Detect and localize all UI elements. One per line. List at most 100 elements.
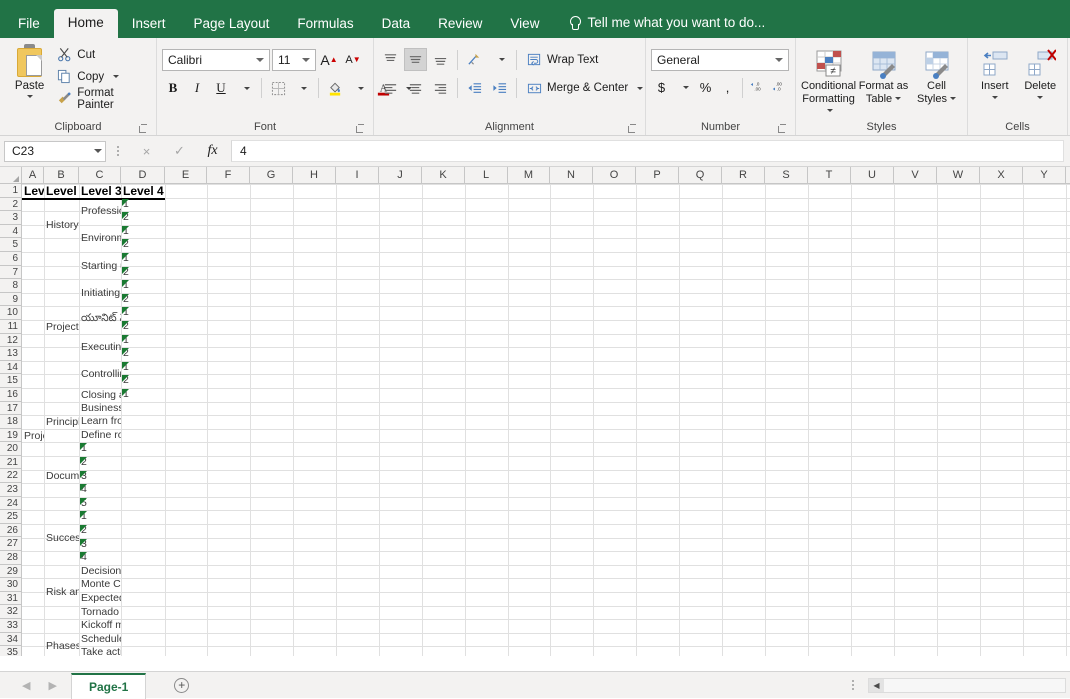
copy-button[interactable]: Copy (54, 67, 151, 86)
row-header-24[interactable]: 24 (0, 497, 21, 511)
wrap-text-button[interactable]: Wrap Text (522, 48, 603, 71)
scrollbar-track[interactable] (884, 679, 1065, 692)
increase-decimal-button[interactable]: .0.00 (747, 76, 768, 99)
cut-button[interactable]: Cut (54, 45, 151, 64)
underline-dropdown[interactable] (234, 77, 256, 99)
column-header-E[interactable]: E (165, 167, 207, 183)
clipboard-dialog-launcher[interactable] (139, 124, 148, 133)
chevron-down-icon[interactable] (637, 87, 643, 90)
merge-center-button[interactable]: Merge & Center (522, 77, 648, 100)
row-header-16[interactable]: 16 (0, 388, 21, 402)
level3-cell[interactable]: Starting up (79, 252, 121, 279)
level2-cell[interactable]: Document (44, 442, 79, 510)
column-header-P[interactable]: P (636, 167, 679, 183)
underline-button[interactable]: U (210, 77, 232, 99)
row-header-12[interactable]: 12 (0, 334, 21, 348)
row-header-26[interactable]: 26 (0, 524, 21, 538)
tell-me-search[interactable]: Tell me what you want to do... (553, 8, 775, 38)
level2-cell[interactable]: Principles (44, 402, 79, 443)
tab-view[interactable]: View (496, 10, 553, 39)
level1-cell[interactable]: Project Ma (22, 198, 44, 656)
chevron-down-icon[interactable] (27, 95, 33, 98)
tab-formulas[interactable]: Formulas (283, 10, 367, 39)
error-indicator-icon[interactable] (122, 348, 129, 355)
select-all-button[interactable] (0, 167, 22, 184)
error-indicator-icon[interactable] (80, 525, 87, 532)
error-indicator-icon[interactable] (122, 239, 129, 246)
level2-cell[interactable]: Successfu (44, 510, 79, 564)
cell-area[interactable]: Level 1Level 2Level 3Level 4Project MaHi… (22, 184, 1070, 656)
level3-cell[interactable]: Closing a p (79, 388, 121, 402)
row-header-15[interactable]: 15 (0, 374, 21, 388)
error-indicator-icon[interactable] (80, 552, 87, 559)
insert-cells-button[interactable]: Insert (973, 46, 1017, 99)
level3-cell[interactable]: యూనిట్ మె (79, 306, 121, 333)
row-header-4[interactable]: 4 (0, 225, 21, 239)
column-header-J[interactable]: J (379, 167, 422, 183)
decrease-decimal-button[interactable]: .00.0 (769, 76, 790, 99)
borders-button[interactable] (267, 77, 289, 99)
tab-insert[interactable]: Insert (118, 10, 180, 39)
format-painter-button[interactable]: Format Painter (54, 89, 151, 108)
chevron-down-icon[interactable] (992, 96, 998, 99)
column-header-A[interactable]: A (22, 167, 44, 183)
row-header-28[interactable]: 28 (0, 551, 21, 565)
level3-cell[interactable]: Take action (79, 646, 121, 656)
row-header-10[interactable]: 10 (0, 306, 21, 320)
column-header-T[interactable]: T (808, 167, 851, 183)
tab-page-layout[interactable]: Page Layout (180, 10, 284, 39)
row-header-6[interactable]: 6 (0, 252, 21, 266)
row-header-2[interactable]: 2 (0, 198, 21, 212)
row-header-20[interactable]: 20 (0, 442, 21, 456)
column-header-K[interactable]: K (422, 167, 465, 183)
column-header-B[interactable]: B (44, 167, 79, 183)
align-left-button[interactable] (379, 77, 402, 100)
level3-cell[interactable]: Profession (79, 198, 121, 225)
column-header-N[interactable]: N (550, 167, 593, 183)
percent-style-button[interactable]: % (695, 76, 716, 99)
borders-dropdown[interactable] (291, 77, 313, 99)
column-header-H[interactable]: H (293, 167, 336, 183)
level3-cell[interactable]: Controllin (79, 361, 121, 388)
level3-cell[interactable]: Tornado diagram (79, 606, 121, 620)
increase-indent-button[interactable] (488, 77, 511, 100)
decrease-font-size-button[interactable]: A▼ (342, 49, 364, 71)
error-indicator-icon[interactable] (122, 267, 129, 274)
level3-cell[interactable]: Define roles and responsibilities (79, 429, 121, 443)
level2-cell[interactable]: Risk analys (44, 565, 79, 619)
insert-function-button[interactable]: fx (196, 140, 229, 162)
level3-cell[interactable]: Executing (79, 334, 121, 361)
row-header-9[interactable]: 9 (0, 293, 21, 307)
level3-cell[interactable]: Expected monetary value analysis (79, 592, 121, 606)
level2-cell[interactable]: Project me (44, 252, 79, 402)
row-header-18[interactable]: 18 (0, 415, 21, 429)
error-indicator-icon[interactable] (80, 498, 87, 505)
name-box[interactable]: C23 (4, 141, 106, 162)
row-header-1[interactable]: 1 (0, 184, 21, 198)
cell-styles-button[interactable]: Cell Styles (911, 46, 962, 105)
row-header-22[interactable]: 22 (0, 469, 21, 483)
column-header-V[interactable]: V (894, 167, 937, 183)
font-size-select[interactable]: 11 (272, 49, 316, 71)
level3-cell[interactable]: Monte Carlo analysis (79, 578, 121, 592)
bold-button[interactable]: B (162, 77, 184, 99)
add-sheet-button[interactable]: + (174, 678, 189, 693)
row-header-3[interactable]: 3 (0, 211, 21, 225)
error-indicator-icon[interactable] (122, 253, 129, 260)
error-indicator-icon[interactable] (122, 280, 129, 287)
align-middle-button[interactable] (404, 48, 427, 71)
error-indicator-icon[interactable] (122, 199, 129, 206)
font-name-select[interactable]: Calibri (162, 49, 270, 71)
error-indicator-icon[interactable] (80, 443, 87, 450)
level3-cell[interactable]: Learn from experience (79, 415, 121, 429)
align-right-button[interactable] (429, 77, 452, 100)
column-header-D[interactable]: D (121, 167, 165, 183)
column-header-O[interactable]: O (593, 167, 636, 183)
conditional-formatting-button[interactable]: ≠ Conditional Formatting (801, 46, 856, 118)
align-center-button[interactable] (404, 77, 427, 100)
number-dialog-launcher[interactable] (778, 124, 787, 133)
column-header-F[interactable]: F (207, 167, 250, 183)
alignment-dialog-launcher[interactable] (628, 124, 637, 133)
error-indicator-icon[interactable] (80, 511, 87, 518)
row-header-14[interactable]: 14 (0, 361, 21, 375)
